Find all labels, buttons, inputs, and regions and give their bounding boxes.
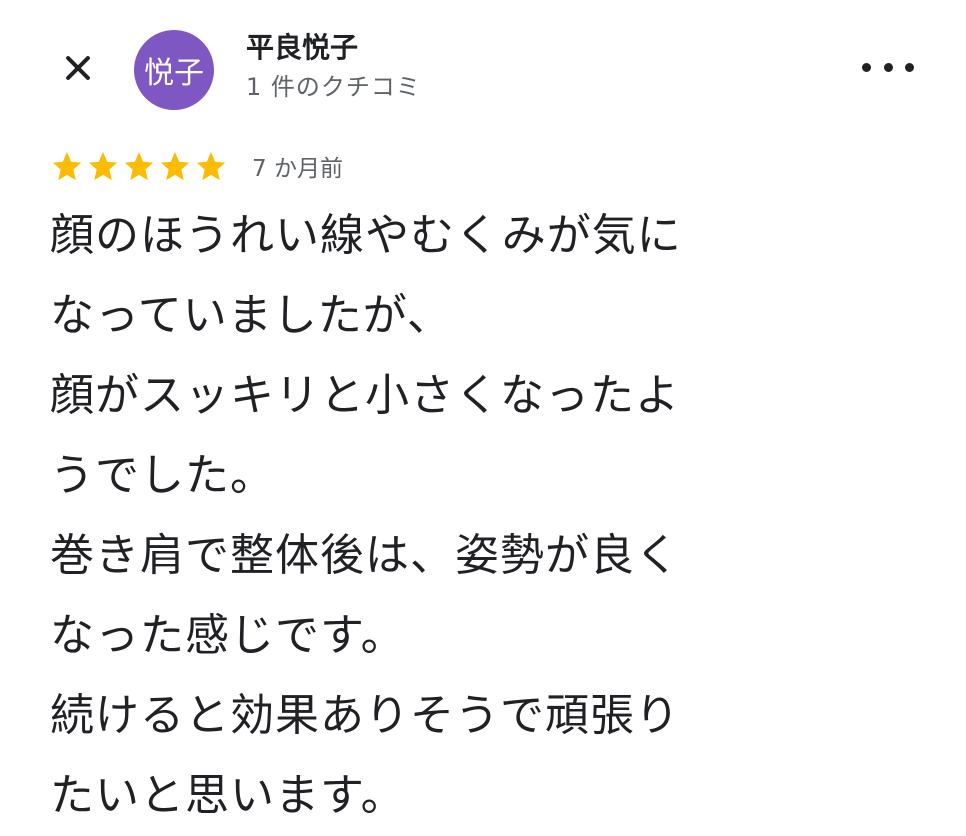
more-dot <box>883 62 893 72</box>
star-icon <box>88 151 118 181</box>
rating-row: 7 か月前 <box>50 146 343 186</box>
avatar[interactable]: 悦子 <box>134 30 214 110</box>
more-options-icon[interactable] <box>862 52 914 82</box>
more-dot <box>905 62 914 72</box>
close-icon[interactable] <box>58 48 98 88</box>
review-date: 7 か月前 <box>252 156 343 182</box>
star-icon <box>196 151 226 181</box>
reviewer-name[interactable]: 平良悦子 <box>246 28 358 68</box>
star-icon <box>160 151 190 181</box>
avatar-initials: 悦子 <box>144 56 204 91</box>
star-icon <box>124 151 154 181</box>
review-count: 1 件のクチコミ <box>246 73 421 101</box>
star-icon <box>52 151 82 181</box>
star-rating <box>50 149 230 183</box>
review-text: 顔のほうれい線やむくみが気に なっていましたが、 顔がスッキリと小さくなったよ … <box>50 210 682 821</box>
more-dot <box>862 62 871 72</box>
